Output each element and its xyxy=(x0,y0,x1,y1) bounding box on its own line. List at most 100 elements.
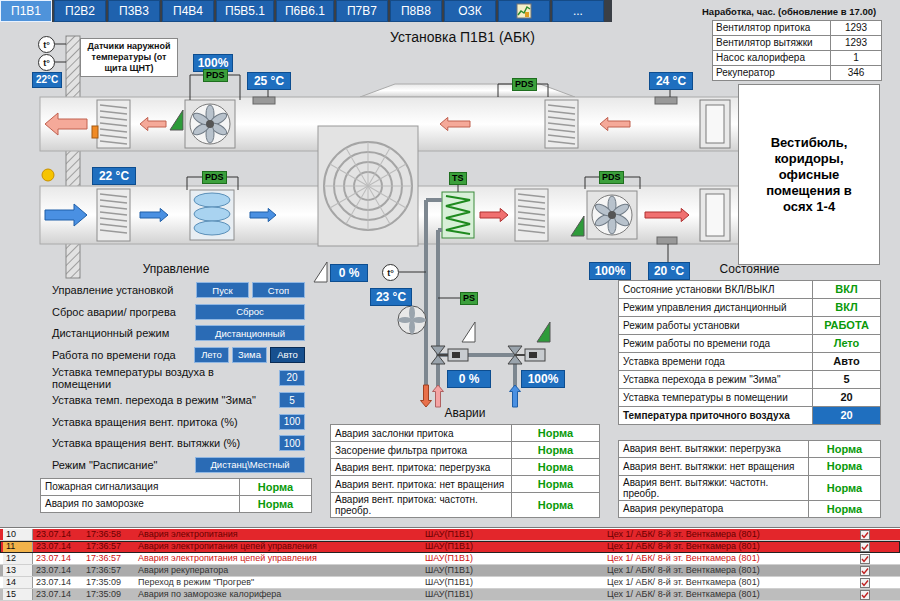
control-button[interactable]: Дистанц\Местный xyxy=(195,457,305,473)
runtime-value: 1293 xyxy=(831,36,882,51)
acknowledge-icon[interactable] xyxy=(860,566,870,576)
log-filler xyxy=(876,565,900,576)
season-button[interactable]: Авто xyxy=(270,347,305,363)
log-row[interactable]: 1023.07.1417:36:58Авария электропитанияШ… xyxy=(0,529,900,541)
control-row: Управление установкой ПускСтоп xyxy=(40,280,312,302)
alarm-value: Норма xyxy=(809,501,881,519)
pump-icon xyxy=(398,306,426,334)
pressure-sensor: PDS xyxy=(203,69,228,82)
state-row: Состояние установки ВКЛ/ВЫКЛВКЛ xyxy=(619,281,881,299)
flow-arrow-icon xyxy=(510,385,521,407)
alarm-value: Норма xyxy=(512,425,600,442)
tab[interactable]: П6В6.1 xyxy=(276,0,334,22)
log-row[interactable]: 1123.07.1417:36:57Авария электропитания … xyxy=(0,541,900,553)
outdoor-temperature: 22°C xyxy=(32,72,62,88)
log-message: Переход в режим "Прогрев" xyxy=(135,577,422,588)
button-group: ПускСтоп xyxy=(196,282,305,298)
header: П1В1П2В2П3В3П4В4П5В5.1П6В6.1П7В7П8В8ОЗК.… xyxy=(0,0,900,81)
pressure-sensor: PDS xyxy=(202,171,227,184)
setpoint-field[interactable]: 5 xyxy=(279,392,305,408)
acknowledge-icon[interactable] xyxy=(860,590,870,600)
acknowledge-icon[interactable] xyxy=(860,542,870,552)
state-label: Режим работы установки xyxy=(619,317,813,335)
tab[interactable]: П1В1 xyxy=(0,0,52,22)
state-label: Режим управления дистанционный xyxy=(619,299,813,317)
setpoint-field[interactable]: 20 xyxy=(279,370,305,386)
season-button[interactable]: Зима xyxy=(232,347,267,363)
acknowledge-icon[interactable] xyxy=(860,578,870,588)
tab[interactable]: П8В8 xyxy=(390,0,442,22)
tab[interactable]: ... xyxy=(552,0,604,22)
control-panel: УправлениеУправление установкойПускСтопС… xyxy=(40,262,312,513)
control-button[interactable]: Пуск xyxy=(196,282,249,298)
tab[interactable]: П2В2 xyxy=(54,0,106,22)
log-number: 15 xyxy=(3,589,33,600)
control-label: Управление установкой xyxy=(52,284,190,296)
log-message: Авария электропитания цепей управления xyxy=(135,553,422,564)
alarm-value: Норма xyxy=(512,442,600,459)
right-alarm-table: Авария вент. вытяжки: перегрузкаНормаАва… xyxy=(618,440,881,519)
state-label: Уставка времени года xyxy=(619,353,813,371)
outdoor-sensors-note: Датчики наружной температуры (от щита ЩН… xyxy=(80,38,178,77)
alarm-value: Норма xyxy=(512,476,600,493)
log-row[interactable]: 1423.07.1417:35:09Переход в режим "Прогр… xyxy=(0,577,900,589)
setpoint-field[interactable]: 100 xyxy=(279,414,305,430)
tab[interactable] xyxy=(498,0,550,22)
heater-sensor: TS xyxy=(449,172,467,185)
control-row: Уставка температуры воздуха в помещении2… xyxy=(40,366,312,390)
state-title: Состояние xyxy=(618,262,881,276)
log-filler xyxy=(876,553,900,564)
alarm-label: Пожарная сигнализация xyxy=(41,479,240,496)
log-time: 17:36:58 xyxy=(83,529,135,540)
outdoor-sensor: t° xyxy=(38,36,55,53)
exhaust-temperature: 25 °C xyxy=(247,72,291,90)
acknowledge-icon[interactable] xyxy=(860,554,870,564)
scada-screen: t°t°22°CДатчики наружной температуры (от… xyxy=(0,0,900,601)
state-wedge-icon xyxy=(462,322,475,342)
log-source: ШАУ(П1В1) xyxy=(422,553,604,564)
pressure-sensor: PDS xyxy=(599,171,624,184)
log-filler xyxy=(876,589,900,600)
alarm-row: Авария рекуператораНорма xyxy=(619,501,881,519)
supply-temperature: 20 °C xyxy=(648,262,690,280)
log-source: ШАУ(П1В1) xyxy=(422,565,604,576)
state-value: 20 xyxy=(813,407,881,425)
log-row[interactable]: 1523.07.1417:35:09Авария по заморозке ка… xyxy=(0,589,900,601)
runtime-value: 1 xyxy=(831,51,882,66)
acknowledge-icon[interactable] xyxy=(860,530,870,540)
control-button[interactable]: Сброс xyxy=(195,304,305,320)
tab[interactable]: П7В7 xyxy=(336,0,388,22)
tab-bar: П1В1П2В2П3В3П4В4П5В5.1П6В6.1П7В7П8В8ОЗК.… xyxy=(0,0,612,22)
log-number: 14 xyxy=(3,577,33,588)
season-button[interactable]: Лето xyxy=(194,347,229,363)
event-log: 1023.07.1417:36:58Авария электропитанияШ… xyxy=(0,527,900,601)
control-row: Работа по времени годаЛетоЗимаАвто xyxy=(40,344,312,366)
control-label: Уставка темп. перехода в режим "Зима" xyxy=(52,394,273,406)
state-label: Уставка перехода в режим "Зима" xyxy=(619,371,813,389)
setpoint-field[interactable]: 100 xyxy=(279,435,305,451)
header-left: П1В1П2В2П3В3П4В4П5В5.1П6В6.1П7В7П8В8ОЗК.… xyxy=(0,0,700,81)
alarm-value: Норма xyxy=(512,459,600,476)
alarm-label: Авария по заморозке xyxy=(41,496,240,513)
state-wedge-icon xyxy=(314,262,327,282)
tab[interactable]: П3В3 xyxy=(108,0,160,22)
room-box: Вестибюль, коридоры, офисные помещения в… xyxy=(738,84,880,265)
log-row[interactable]: 1223.07.1417:36:57Авария электропитания … xyxy=(0,553,900,565)
log-number: 11 xyxy=(3,541,33,552)
alarm-row: Авария вент. притока: перегрузкаНорма xyxy=(331,459,600,476)
alarm-label: Авария вент. вытяжки: частотн. преобр. xyxy=(619,476,809,501)
heater-icon xyxy=(442,192,474,238)
flow-arrow-icon xyxy=(250,208,276,221)
log-time: 17:36:57 xyxy=(83,541,135,552)
flow-arrow-icon xyxy=(600,117,630,130)
tab[interactable]: П4В4 xyxy=(162,0,214,22)
tab[interactable]: ОЗК xyxy=(444,0,496,22)
log-row[interactable]: 1323.07.1417:36:57Авария рекуператораШАУ… xyxy=(0,565,900,577)
tab[interactable]: П5В5.1 xyxy=(216,0,274,22)
button-group: Дистанц\Местный xyxy=(195,457,305,473)
state-label: Режим работы по времени года xyxy=(619,335,813,353)
control-button[interactable]: Дистанционный xyxy=(195,325,305,341)
control-button[interactable]: Стоп xyxy=(252,282,305,298)
left-alarm-table: Пожарная сигнализацияНормаАвария по замо… xyxy=(40,478,312,513)
runtime-panel: Наработка, час. (обновление в 17.00)Вент… xyxy=(700,0,900,81)
